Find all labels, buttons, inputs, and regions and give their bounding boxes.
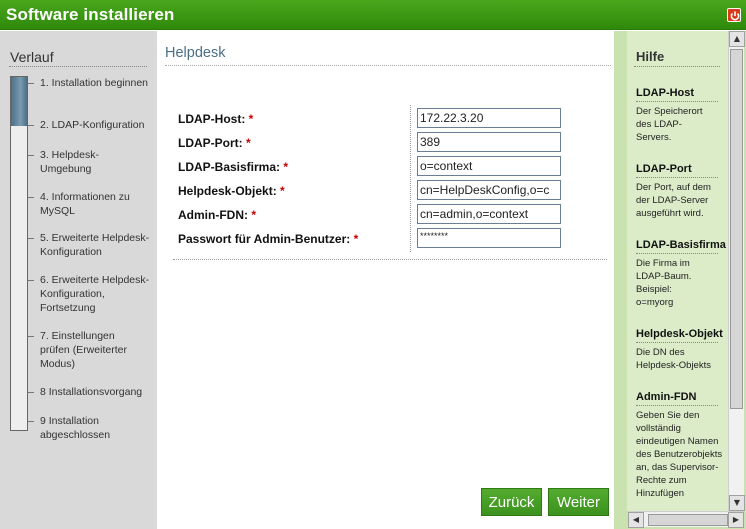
help-item-desc: Die Firma im LDAP-Baum. Beispiel: o=myor… bbox=[636, 258, 692, 308]
help-heading: Hilfe bbox=[636, 49, 665, 64]
help-item: LDAP-Basisfirma Die Firma im LDAP-Baum. … bbox=[636, 239, 726, 309]
scroll-down-arrow-icon[interactable]: ▼ bbox=[729, 495, 745, 511]
step-item: 8 Installationsvorgang bbox=[40, 386, 143, 398]
divider bbox=[634, 66, 720, 67]
help-item-desc: Die DN des Helpdesk-Objekts bbox=[636, 347, 711, 371]
helpdesk-object-input[interactable]: cn=HelpDeskConfig,o=c bbox=[417, 180, 561, 200]
sidebar-heading: Verlauf bbox=[10, 49, 54, 65]
scroll-thumb[interactable] bbox=[730, 49, 743, 409]
step-item: 5. Erweiterte Helpdesk-Konfiguration bbox=[40, 232, 150, 258]
scroll-left-arrow-icon[interactable]: ◀ bbox=[628, 512, 644, 528]
help-vertical-scrollbar[interactable]: ▲ ▼ bbox=[728, 31, 745, 511]
progress-bar-fill bbox=[11, 77, 27, 127]
divider bbox=[165, 65, 611, 66]
help-panel: Hilfe LDAP-Host Der Speicherort des LDAP… bbox=[614, 31, 746, 529]
help-item: LDAP-Host Der Speicherort des LDAP-Serve… bbox=[636, 87, 726, 144]
ldap-base-input[interactable]: o=context bbox=[417, 156, 561, 176]
help-item: LDAP-Port Der Port, auf dem der LDAP-Ser… bbox=[636, 163, 726, 220]
help-item-desc: Geben Sie den vollständig eindeutigen Na… bbox=[636, 410, 723, 499]
field-label: LDAP-Basisfirma: * bbox=[178, 160, 289, 174]
step-tick bbox=[28, 392, 34, 393]
title-bar: Software installieren bbox=[0, 0, 746, 30]
scroll-up-arrow-icon[interactable]: ▲ bbox=[729, 31, 745, 47]
step-item: 3. Helpdesk-Umgebung bbox=[40, 149, 99, 175]
step-item: 4. Informationen zu MySQL bbox=[40, 191, 130, 217]
divider bbox=[410, 105, 411, 252]
help-item-title: LDAP-Basisfirma bbox=[636, 239, 726, 251]
field-label: Helpdesk-Objekt: * bbox=[178, 184, 285, 198]
scroll-thumb[interactable] bbox=[648, 514, 728, 526]
step-tick bbox=[28, 83, 34, 84]
step-tick bbox=[28, 125, 34, 126]
ldap-port-input[interactable]: 389 bbox=[417, 132, 561, 152]
step-tick bbox=[28, 336, 34, 337]
progress-sidebar: Verlauf 1. Installation beginnen 2. LDAP… bbox=[0, 31, 157, 529]
divider bbox=[9, 66, 147, 67]
step-item: 1. Installation beginnen bbox=[40, 77, 148, 89]
field-label: Passwort für Admin-Benutzer: * bbox=[178, 232, 359, 246]
help-item-title: Admin-FDN bbox=[636, 391, 697, 403]
help-item-title: Helpdesk-Objekt bbox=[636, 328, 723, 340]
ldap-host-input[interactable]: 172.22.3.20 bbox=[417, 108, 561, 128]
help-item-desc: Der Speicherort des LDAP-Servers. bbox=[636, 106, 703, 143]
admin-password-input[interactable]: ******** bbox=[417, 228, 561, 248]
scroll-right-arrow-icon[interactable]: ▶ bbox=[728, 512, 744, 528]
step-item: 9 Installation abgeschlossen bbox=[40, 415, 111, 441]
step-item: 2. LDAP-Konfiguration bbox=[40, 119, 145, 131]
help-horizontal-scrollbar[interactable]: ◀ ▶ bbox=[628, 511, 744, 528]
admin-fdn-input[interactable]: cn=admin,o=context bbox=[417, 204, 561, 224]
progress-bar bbox=[10, 76, 28, 431]
help-item-title: LDAP-Host bbox=[636, 87, 695, 99]
field-label: LDAP-Host: * bbox=[178, 112, 254, 126]
back-button[interactable]: Zurück bbox=[481, 488, 542, 516]
step-tick bbox=[28, 280, 34, 281]
step-tick bbox=[28, 421, 34, 422]
step-tick bbox=[28, 155, 34, 156]
field-label: Admin-FDN: * bbox=[178, 208, 256, 222]
step-tick bbox=[28, 197, 34, 198]
help-item-desc: Der Port, auf dem der LDAP-Server ausgef… bbox=[636, 182, 711, 219]
power-icon bbox=[730, 11, 740, 21]
step-item: 7. Einstellungen prüfen (Erweiterter Mod… bbox=[40, 330, 127, 370]
help-item-title: LDAP-Port bbox=[636, 163, 692, 175]
main-panel: Helpdesk LDAP-Host: * LDAP-Port: * LDAP-… bbox=[157, 31, 614, 529]
close-button[interactable] bbox=[727, 8, 741, 22]
next-button[interactable]: Weiter bbox=[548, 488, 609, 516]
field-label: LDAP-Port: * bbox=[178, 136, 251, 150]
step-tick bbox=[28, 238, 34, 239]
divider bbox=[173, 259, 607, 260]
help-item: Admin-FDN Geben Sie den vollständig eind… bbox=[636, 391, 726, 511]
step-item: 6. Erweiterte Helpdesk-Konfiguration, Fo… bbox=[40, 274, 150, 314]
help-item: Helpdesk-Objekt Die DN des Helpdesk-Obje… bbox=[636, 328, 726, 372]
page-title: Helpdesk bbox=[165, 45, 226, 61]
window-title: Software installieren bbox=[6, 5, 175, 24]
